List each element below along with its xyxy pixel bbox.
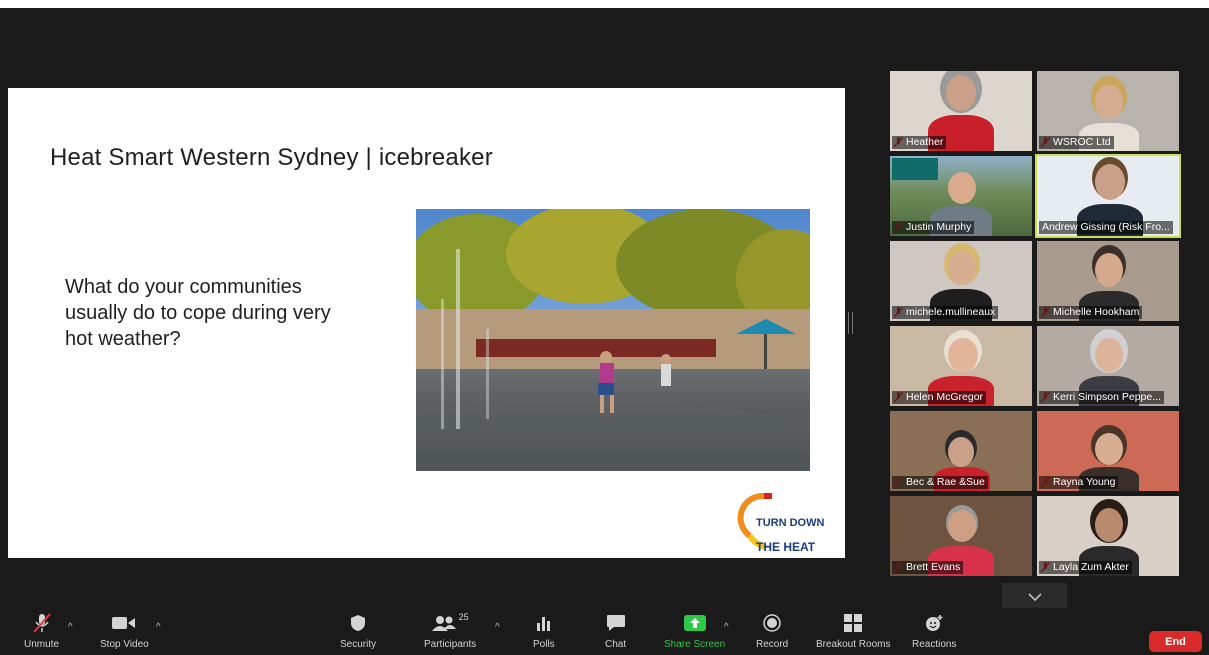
record-label: Record [756,639,789,650]
unmute-label: Unmute [24,639,60,650]
participant-name: Brett Evans [892,561,964,574]
reactions-button[interactable]: Reactions [912,612,956,650]
chat-button[interactable]: Chat [605,612,626,650]
record-icon [763,614,781,632]
slide-title: Heat Smart Western Sydney | icebreaker [50,144,493,171]
end-meeting-button[interactable]: End [1149,631,1202,652]
gallery-scroll-down-button[interactable] [1002,583,1067,611]
stop-video-label: Stop Video [100,639,149,650]
shared-slide: Heat Smart Western Sydney | icebreaker W… [8,88,845,558]
video-tile[interactable]: Bec & Rae &Sue [890,411,1032,491]
security-button[interactable]: Security [340,612,376,650]
polls-button[interactable]: Polls [533,612,555,650]
slide-photo-fountain [416,209,810,471]
video-tile[interactable]: Rayna Young [1037,411,1179,491]
breakout-rooms-label: Breakout Rooms [816,639,891,650]
share-screen-icon [683,615,706,631]
participant-name: Andrew Gissing (Risk Fro... [1039,221,1173,234]
video-tile[interactable]: Helen McGregor [890,326,1032,406]
participants-icon [431,616,456,631]
participant-name: Bec & Rae &Sue [892,476,988,489]
window-top-edge [0,0,1209,8]
video-tile[interactable]: Heather [890,71,1032,151]
record-button[interactable]: Record [756,612,788,650]
video-tile[interactable]: michele.mullineaux [890,241,1032,321]
participants-options-caret[interactable]: ^ [495,622,500,633]
chat-bubble-icon [606,615,625,631]
participant-name: Rayna Young [1039,476,1119,489]
security-label: Security [340,639,377,650]
video-tile[interactable]: Brett Evans [890,496,1032,576]
logo-line-1: TURN DOWN [756,517,825,529]
video-tile[interactable]: WSROC Ltd [1037,71,1179,151]
video-tile[interactable]: Justin Murphy [890,156,1032,236]
chevron-down-icon [1027,593,1042,601]
video-camera-icon [112,617,136,629]
participant-name: Justin Murphy [892,221,975,234]
shield-icon [351,615,366,631]
logo-text: TURN DOWN THE HEAT [756,505,824,554]
polls-icon [536,617,550,631]
participant-name: Helen McGregor [892,391,987,404]
participant-name: Kerri Simpson Peppe... [1039,391,1164,404]
reactions-label: Reactions [912,639,957,650]
video-tile[interactable]: Layla Zum Akter [1037,496,1179,576]
share-screen-button[interactable]: Share Screen [664,612,725,650]
slide-question: What do your communities usually do to c… [65,276,331,350]
participants-label: Participants [424,639,477,650]
unmute-button[interactable]: Unmute [24,612,59,650]
video-tile[interactable]: Kerri Simpson Peppe... [1037,326,1179,406]
participant-name: Michelle Hookham [1039,306,1143,319]
smiley-icon [926,615,943,631]
participant-name: Layla Zum Akter [1039,561,1132,574]
meeting-toolbar: Unmute ^ Stop Video ^ Security 25 Partic… [0,608,1209,655]
chat-label: Chat [605,639,627,650]
audio-options-caret[interactable]: ^ [68,622,73,633]
participant-count: 25 [458,612,469,622]
share-screen-label: Share Screen [664,639,726,650]
turn-down-the-heat-logo: TURN DOWN THE HEAT [736,488,826,553]
view-splitter-handle[interactable] [848,312,853,334]
video-options-caret[interactable]: ^ [156,622,161,633]
participant-name: michele.mullineaux [892,306,999,319]
stop-video-button[interactable]: Stop Video [100,612,149,650]
video-tile-active-speaker[interactable]: Andrew Gissing (Risk Fro... [1035,154,1181,238]
logo-line-2: THE HEAT [756,540,816,554]
participant-name: WSROC Ltd [1039,136,1114,149]
participants-button[interactable]: 25 Participants [424,612,476,650]
share-options-caret[interactable]: ^ [724,622,729,633]
breakout-rooms-button[interactable]: Breakout Rooms [816,612,890,650]
polls-label: Polls [533,639,555,650]
participant-gallery: Heather WSROC Ltd Justin Murphy Andrew G… [890,71,1181,577]
breakout-rooms-icon [844,614,863,632]
video-tile[interactable]: Michelle Hookham [1037,241,1179,321]
participant-name: Heather [892,136,947,149]
microphone-muted-icon [32,613,51,633]
